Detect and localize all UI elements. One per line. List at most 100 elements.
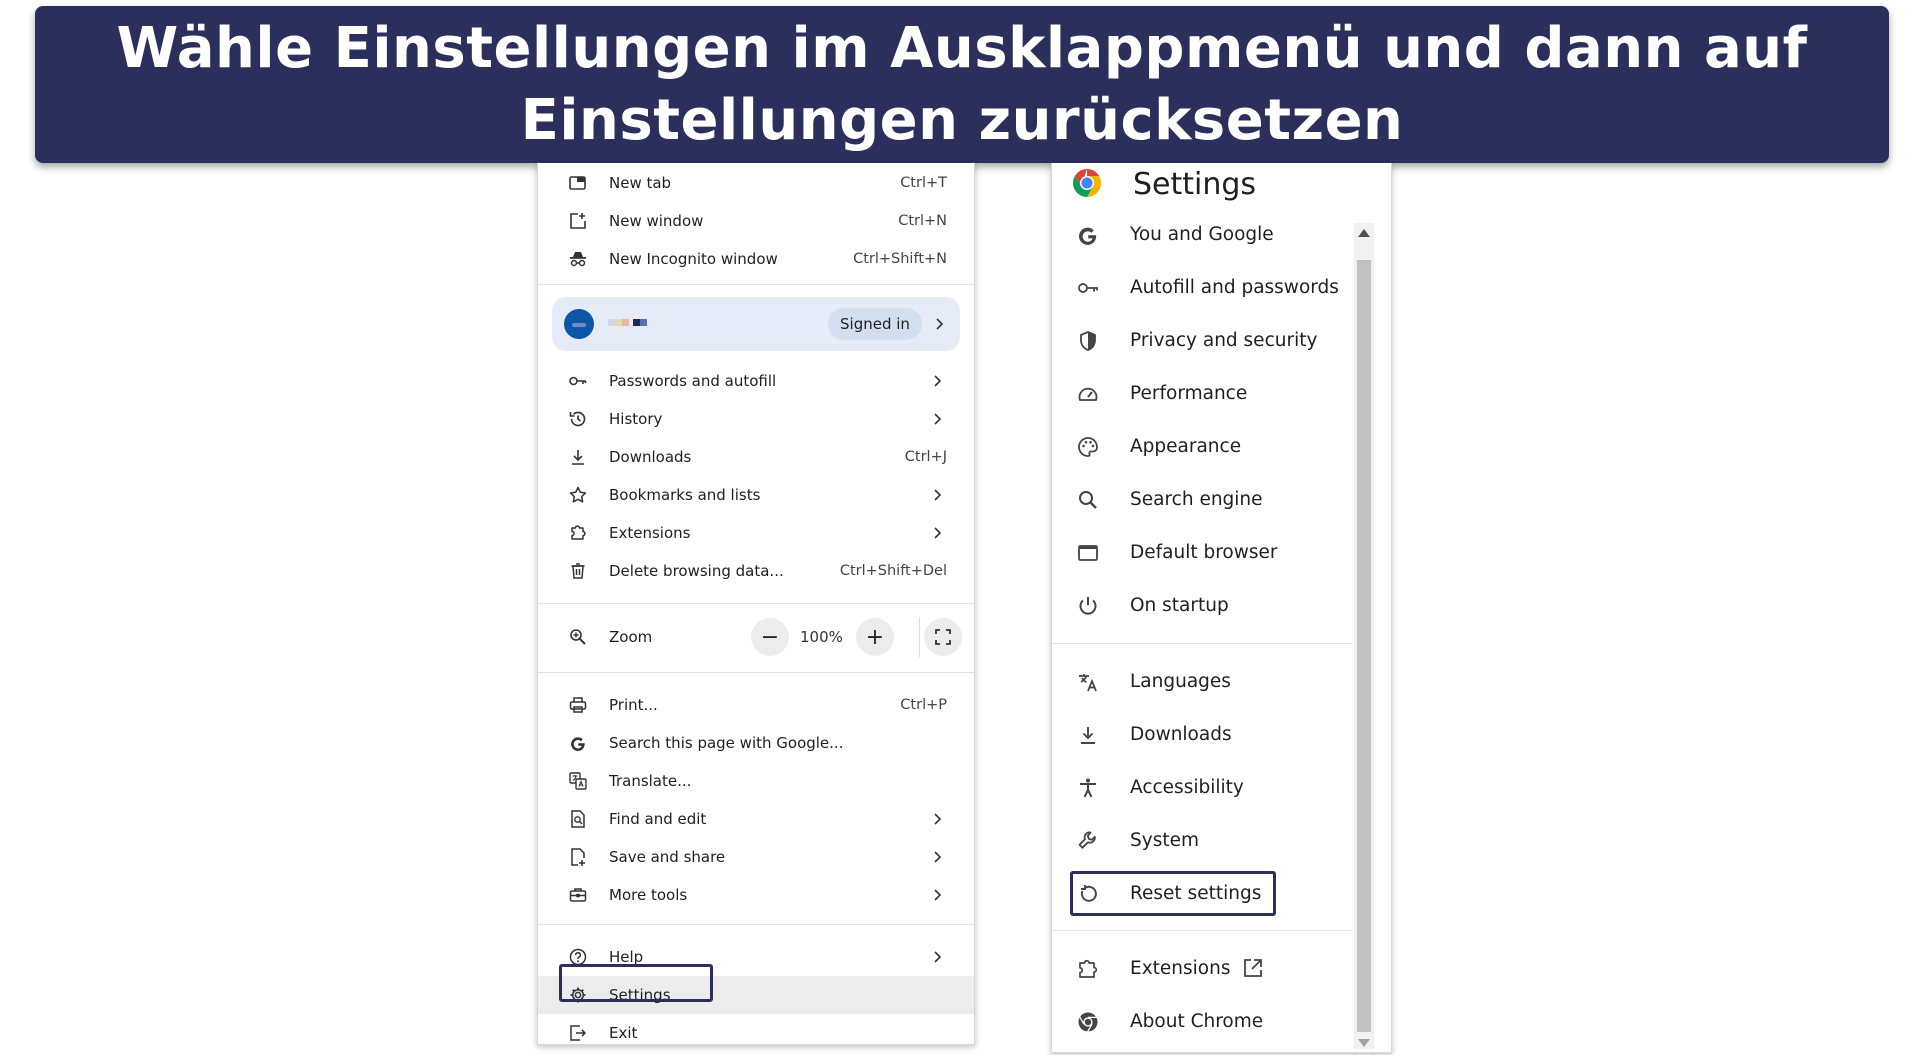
- settings-nav-autofill[interactable]: Autofill and passwords: [1052, 267, 1352, 307]
- settings-nav-label: Languages: [1130, 670, 1231, 692]
- settings-nav-extensions[interactable]: Extensions: [1052, 948, 1352, 988]
- settings-nav-search-engine[interactable]: Search engine: [1052, 479, 1352, 519]
- zoom-out-button[interactable]: −: [751, 618, 789, 656]
- menu-divider: [538, 603, 974, 604]
- menu-item-label: New tab: [609, 174, 672, 192]
- menu-item-bookmarks[interactable]: Bookmarks and lists: [538, 476, 974, 514]
- profile-row[interactable]: Signed in: [552, 297, 960, 351]
- download-icon: [1081, 727, 1095, 744]
- menu-item-print[interactable]: Print... Ctrl+P: [538, 686, 974, 724]
- settings-nav-label: Privacy and security: [1130, 329, 1318, 351]
- key-icon: [569, 376, 587, 386]
- menu-item-zoom: Zoom − 100% +: [538, 618, 974, 656]
- settings-nav-label: Default browser: [1130, 541, 1278, 563]
- save-share-icon: [571, 848, 585, 866]
- menu-item-save-and-share[interactable]: Save and share: [538, 838, 974, 876]
- menu-item-more-tools[interactable]: More tools: [538, 876, 974, 914]
- browser-window-icon: [1078, 545, 1098, 561]
- menu-item-passwords[interactable]: Passwords and autofill: [538, 362, 974, 400]
- menu-item-label: More tools: [609, 886, 688, 904]
- scrollbar-thumb[interactable]: [1357, 260, 1371, 1032]
- toolbox-icon: [569, 888, 587, 902]
- shortcut-label: Ctrl+T: [900, 175, 947, 191]
- settings-nav-system[interactable]: System: [1052, 820, 1352, 860]
- download-icon: [572, 450, 584, 465]
- menu-item-new-tab[interactable]: New tab Ctrl+T: [538, 164, 974, 202]
- settings-title: Settings: [1133, 167, 1257, 202]
- settings-nav-label: System: [1130, 829, 1199, 851]
- find-icon: [571, 810, 585, 828]
- settings-nav-accessibility[interactable]: Accessibility: [1052, 767, 1352, 807]
- search-icon: [1079, 491, 1097, 509]
- settings-nav-languages[interactable]: Languages: [1052, 661, 1352, 701]
- menu-item-downloads[interactable]: Downloads Ctrl+J: [538, 438, 974, 476]
- settings-nav-label: Accessibility: [1130, 776, 1244, 798]
- external-link-icon: [1244, 959, 1262, 977]
- wrench-icon: [1078, 831, 1096, 849]
- google-g-icon: [571, 737, 585, 751]
- speedometer-icon: [1078, 387, 1098, 401]
- menu-divider: [538, 924, 974, 925]
- menu-item-label: History: [609, 410, 663, 428]
- settings-nav-about-chrome[interactable]: About Chrome: [1052, 1001, 1352, 1041]
- menu-item-extensions[interactable]: Extensions: [538, 514, 974, 552]
- menu-item-label: Find and edit: [609, 810, 707, 828]
- key-icon: [1078, 283, 1098, 293]
- palette-icon: [1078, 437, 1098, 457]
- settings-nav-downloads[interactable]: Downloads: [1052, 714, 1352, 754]
- menu-item-delete-browsing-data[interactable]: Delete browsing data... Ctrl+Shift+Del: [538, 552, 974, 590]
- menu-item-find-and-edit[interactable]: Find and edit: [538, 800, 974, 838]
- settings-nav-label: Autofill and passwords: [1130, 276, 1339, 298]
- chrome-logo-icon: [1073, 169, 1101, 197]
- menu-item-label: Print...: [609, 696, 658, 714]
- star-icon: [569, 486, 587, 503]
- google-g-icon: [1079, 227, 1097, 245]
- chevron-right-icon: [934, 889, 942, 901]
- settings-nav-label: About Chrome: [1130, 1010, 1264, 1032]
- settings-nav-on-startup[interactable]: On startup: [1052, 585, 1352, 625]
- translate-icon: [569, 772, 587, 790]
- menu-item-search-page[interactable]: Search this page with Google...: [538, 724, 974, 762]
- fullscreen-button[interactable]: [924, 618, 962, 656]
- blurred-name-pixel: [622, 319, 629, 326]
- menu-item-label: Passwords and autofill: [609, 372, 777, 390]
- zoom-in-button[interactable]: +: [856, 618, 894, 656]
- menu-item-label: Save and share: [609, 848, 726, 866]
- settings-nav-privacy[interactable]: Privacy and security: [1052, 320, 1352, 360]
- incognito-icon: [570, 252, 586, 267]
- menu-item-label: Zoom: [609, 628, 653, 646]
- chevron-right-icon: [934, 813, 942, 825]
- shortcut-label: Ctrl+J: [904, 449, 947, 465]
- settings-nav-label: Performance: [1130, 382, 1248, 404]
- menu-item-new-window[interactable]: New window Ctrl+N: [538, 202, 974, 240]
- new-window-icon: [570, 213, 586, 229]
- menu-item-translate[interactable]: Translate...: [538, 762, 974, 800]
- translate-icon: [1079, 674, 1097, 692]
- settings-nav-label: On startup: [1130, 594, 1229, 616]
- avatar: [564, 309, 594, 339]
- scroll-up-arrow-icon[interactable]: [1358, 229, 1370, 237]
- menu-item-label: Exit: [609, 1024, 638, 1042]
- chevron-right-icon: [934, 951, 942, 963]
- reset-settings-highlight-box: [1070, 871, 1276, 916]
- settings-nav-appearance[interactable]: Appearance: [1052, 426, 1352, 466]
- menu-item-exit[interactable]: Exit: [538, 1014, 974, 1052]
- zoom-level: 100%: [800, 628, 843, 646]
- shortcut-label: Ctrl+Shift+N: [853, 251, 947, 267]
- menu-item-history[interactable]: History: [538, 400, 974, 438]
- settings-nav-performance[interactable]: Performance: [1052, 373, 1352, 413]
- chrome-menu: New tab Ctrl+T New window Ctrl+N New Inc…: [537, 163, 975, 1045]
- menu-item-new-incognito[interactable]: New Incognito window Ctrl+Shift+N: [538, 240, 974, 278]
- chevron-right-icon: [934, 851, 942, 863]
- blurred-name-pixel: [633, 319, 640, 326]
- exit-icon: [570, 1025, 587, 1041]
- scroll-down-arrow-icon[interactable]: [1358, 1039, 1370, 1047]
- settings-nav-default-browser[interactable]: Default browser: [1052, 532, 1352, 572]
- chevron-right-icon: [934, 489, 942, 501]
- menu-item-label: New window: [609, 212, 704, 230]
- menu-item-label: New Incognito window: [609, 250, 778, 268]
- shortcut-label: Ctrl+Shift+Del: [839, 563, 947, 579]
- settings-nav-you-and-google[interactable]: You and Google: [1052, 214, 1352, 254]
- power-icon: [1079, 597, 1097, 615]
- settings-highlight-box: [559, 964, 713, 1002]
